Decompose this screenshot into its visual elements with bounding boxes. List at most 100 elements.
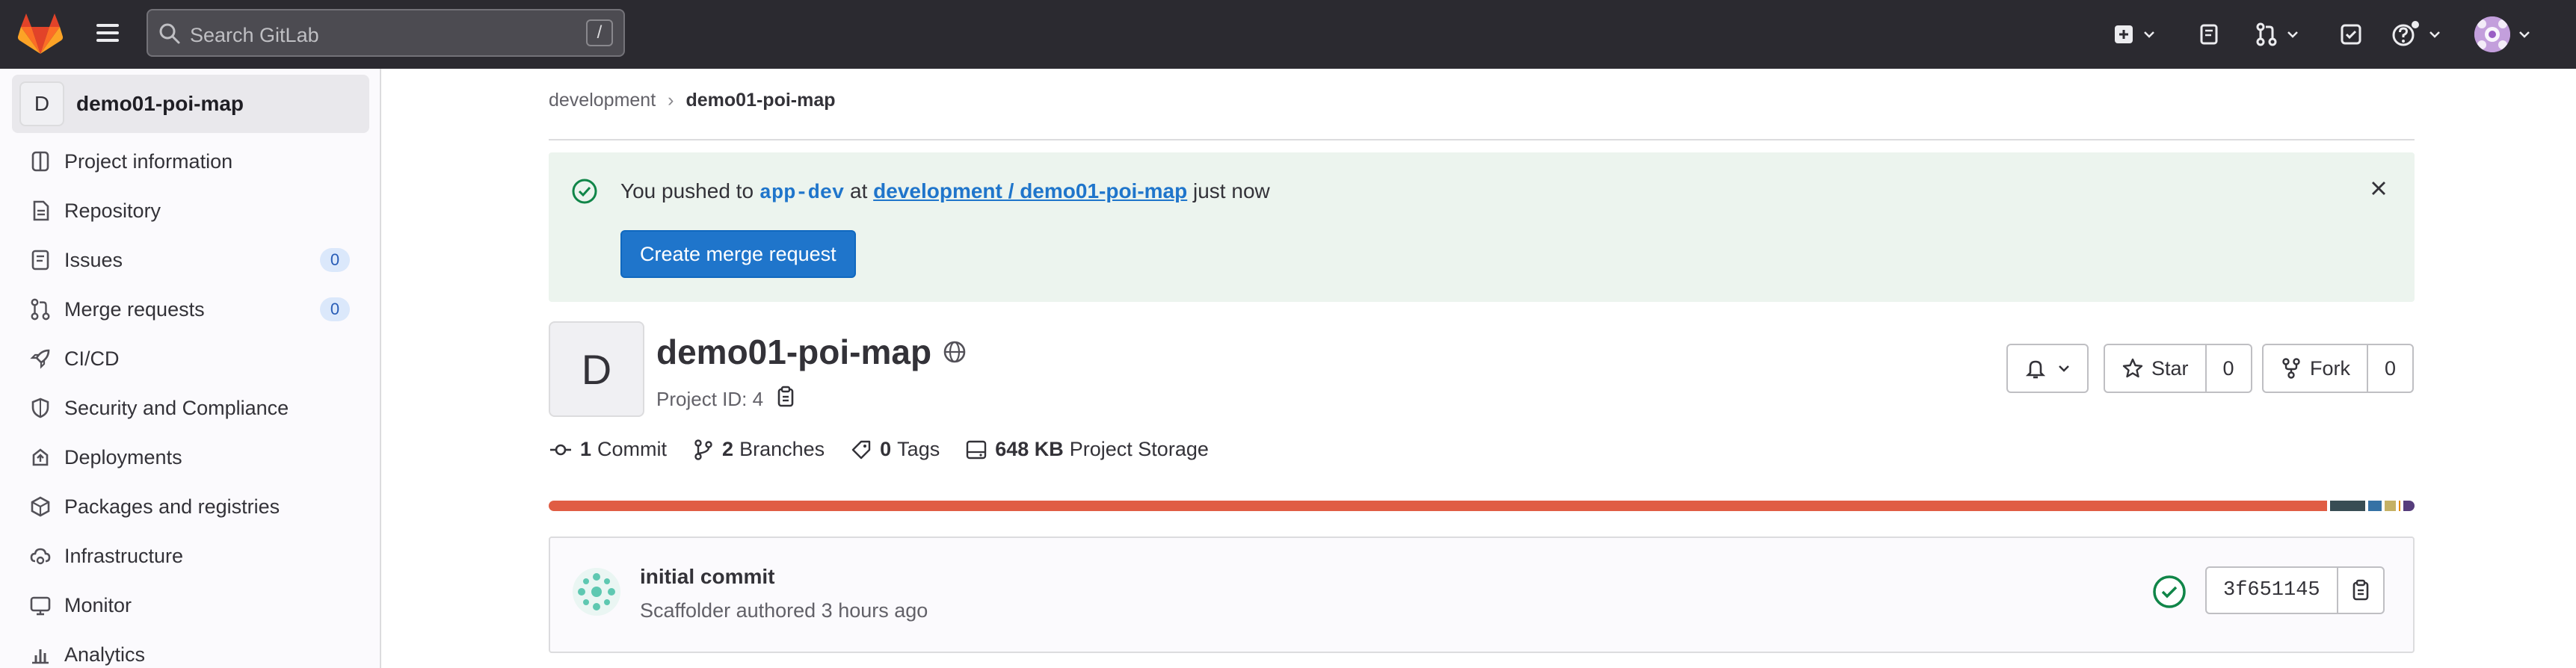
breadcrumb-current[interactable]: demo01-poi-map [685, 90, 835, 111]
breadcrumb-divider [549, 139, 2415, 140]
shield-icon [25, 393, 55, 423]
push-alert: You pushed to app-dev at development / d… [549, 152, 2415, 302]
language-segment[interactable] [2329, 501, 2366, 511]
info-icon [25, 146, 55, 176]
fork-button[interactable]: Fork [2264, 345, 2367, 392]
gitlab-logo-icon[interactable] [16, 10, 64, 58]
commit-author-avatar[interactable] [573, 568, 620, 616]
pipeline-status-success-icon[interactable] [2151, 574, 2187, 613]
tags-label: Tags [897, 438, 940, 460]
clipboard-icon [777, 386, 794, 407]
sidebar-item-monitor[interactable]: Monitor [12, 583, 369, 628]
search-shortcut-key: / [586, 19, 613, 46]
sidebar-item-label: Packages and registries [64, 495, 280, 518]
main-menu-button[interactable] [90, 19, 126, 49]
sidebar-item-infrastructure[interactable]: Infrastructure [12, 534, 369, 578]
sidebar-item-packages-and-registries[interactable]: Packages and registries [12, 484, 369, 529]
copy-project-id-button[interactable] [775, 386, 796, 413]
language-segment[interactable] [2368, 501, 2382, 511]
fork-count[interactable]: 0 [2367, 345, 2412, 392]
search-placeholder: Search GitLab [190, 24, 319, 46]
chevron-down-icon [2144, 31, 2154, 38]
commits-label: Commit [597, 438, 668, 460]
language-segment[interactable] [549, 501, 2327, 511]
search-input[interactable]: Search GitLab / [147, 9, 625, 57]
breadcrumb-parent-link[interactable]: development [549, 90, 656, 111]
new-item-dropdown[interactable] [2113, 15, 2156, 54]
sidebar-item-project-information[interactable]: Project information [12, 139, 369, 184]
sidebar-item-label: Issues [64, 248, 123, 271]
branches-label: Branches [739, 438, 825, 460]
repository-languages-bar[interactable] [549, 501, 2415, 511]
sidebar-item-security-and-compliance[interactable]: Security and Compliance [12, 386, 369, 430]
sidebar-item-label: Infrastructure [64, 544, 184, 567]
sidebar-project-header[interactable]: D demo01-poi-map [12, 75, 369, 133]
todo-icon [2341, 24, 2361, 45]
commit-icon [550, 444, 571, 455]
help-icon [2392, 21, 2419, 46]
monitor-icon [25, 590, 55, 620]
issues-icon [25, 245, 55, 275]
sidebar-item-label: Security and Compliance [64, 396, 289, 419]
language-segment[interactable] [2384, 501, 2396, 511]
alert-at: at [850, 179, 868, 202]
tag-icon [851, 440, 871, 459]
commit-sha-group: 3f651145 [2205, 566, 2385, 614]
fork-button-group: Fork 0 [2262, 344, 2415, 393]
notification-dropdown[interactable] [2006, 344, 2089, 393]
tags-link[interactable]: 0 Tags [850, 438, 940, 461]
star-button[interactable]: Star [2105, 345, 2205, 392]
issues-nav-button[interactable] [2198, 15, 2220, 54]
sidebar-item-repository[interactable]: Repository [12, 188, 369, 233]
commits-count: 1 [580, 438, 592, 460]
issues-count-badge: 0 [320, 248, 350, 272]
copy-sha-button[interactable] [2336, 568, 2383, 613]
project-id-text: Project ID: 4 [656, 388, 764, 410]
sidebar-item-label: Repository [64, 199, 161, 222]
sidebar-item-deployments[interactable]: Deployments [12, 435, 369, 480]
sidebar-item-analytics[interactable]: Analytics [12, 632, 369, 668]
deployments-icon [25, 442, 55, 472]
alert-branch-link[interactable]: app-dev [759, 182, 844, 205]
star-count[interactable]: 0 [2204, 345, 2251, 392]
merge-request-icon [25, 294, 55, 324]
alert-message: You pushed to app-dev at development / d… [620, 179, 1270, 205]
commits-link[interactable]: 1 Commit [549, 438, 667, 461]
language-segment[interactable] [2403, 501, 2415, 511]
merge-request-icon [2256, 22, 2277, 46]
todo-button[interactable] [2340, 15, 2362, 54]
top-navbar: Search GitLab / [0, 0, 2576, 69]
commit-meta: Scaffolder authored 3 hours ago [640, 599, 928, 622]
tags-count: 0 [880, 438, 892, 460]
notification-button[interactable] [2008, 345, 2087, 392]
commit-sha-button[interactable]: 3f651145 [2207, 568, 2337, 613]
branches-link[interactable]: 2 Branches [692, 438, 825, 461]
chevron-down-icon [2429, 31, 2440, 38]
close-icon[interactable] [2368, 178, 2389, 202]
branches-count: 2 [722, 438, 734, 460]
language-segment[interactable] [2398, 501, 2401, 511]
sidebar-item-label: Deployments [64, 445, 182, 468]
sidebar-item-label: Monitor [64, 593, 132, 616]
storage-size: 648 KB [995, 438, 1064, 460]
alert-project-link[interactable]: development / demo01-poi-map [873, 179, 1187, 202]
star-label: Star [2151, 356, 2189, 380]
project-name: demo01-poi-map [656, 333, 932, 371]
storage-link[interactable]: 648 KB Project Storage [965, 438, 1209, 461]
avatar [2474, 16, 2510, 52]
bell-icon [2025, 360, 2046, 379]
fork-icon [2282, 358, 2300, 379]
last-commit-panel: initial commit Scaffolder authored 3 hou… [549, 536, 2415, 653]
sidebar-item-merge-requests[interactable]: Merge requests 0 [12, 287, 369, 332]
issues-icon [2200, 24, 2218, 45]
commit-title-link[interactable]: initial commit [640, 565, 774, 589]
help-dropdown[interactable] [2391, 15, 2441, 54]
star-button-group: Star 0 [2104, 344, 2252, 393]
sidebar-item-label: Merge requests [64, 297, 205, 321]
sidebar-item-issues[interactable]: Issues 0 [12, 238, 369, 282]
sidebar-item-cicd[interactable]: CI/CD [12, 336, 369, 381]
chevron-down-icon [2287, 31, 2298, 38]
merge-requests-dropdown[interactable] [2255, 15, 2299, 54]
create-merge-request-button[interactable]: Create merge request [620, 230, 856, 278]
user-menu-dropdown[interactable] [2474, 15, 2531, 54]
